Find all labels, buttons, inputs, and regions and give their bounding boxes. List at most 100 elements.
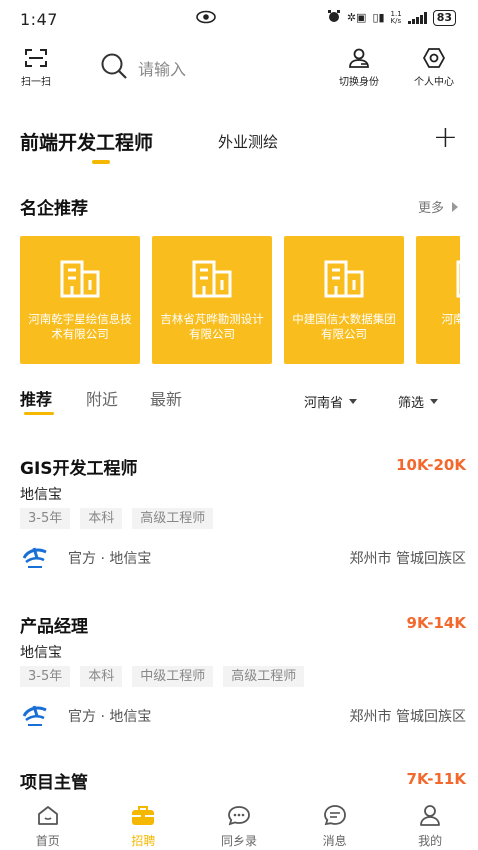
job-company: 地信宝 [20, 645, 62, 661]
company-name: 河南省…调… [441, 312, 461, 326]
more-label: 更多 [417, 201, 444, 216]
section-title-companies: 名企推荐 [20, 199, 88, 219]
building-icon [456, 258, 460, 302]
switch-user-icon [347, 48, 371, 72]
nfc-icon: ✲▣ [346, 11, 367, 24]
home-icon [36, 806, 60, 830]
arrow-right-icon [452, 201, 458, 212]
status-icons: ✲▣ ▯▮ 1.1 K/s 83 [327, 9, 456, 26]
scan-label: 扫一扫 [21, 77, 51, 88]
job-salary: 9K-14K [406, 614, 466, 632]
company-name: 吉林省芃晔勘测设计有限公司 [160, 312, 264, 341]
caret-down-icon [430, 399, 439, 404]
caret-down-icon [349, 399, 358, 404]
net-speed: 1.1 K/s [390, 9, 402, 25]
filter-dropdown[interactable]: 筛选 [398, 392, 439, 411]
tab-nearby[interactable]: 附近 [86, 386, 118, 410]
status-time: 1:47 [20, 9, 58, 29]
building-icon [192, 258, 232, 302]
nav-label: 消息 [322, 834, 347, 848]
job-tag: 3-5年 [20, 508, 71, 529]
job-tag: 3-5年 [20, 666, 71, 687]
nav-label: 我的 [418, 834, 443, 848]
job-tag: 本科 [80, 666, 123, 687]
job-company: 地信宝 [20, 487, 62, 503]
nav-messages[interactable]: 消息 [287, 798, 383, 850]
tab-frontend-engineer[interactable]: 前端开发工程师 [20, 128, 153, 155]
tab-field-survey[interactable]: 外业测绘 [218, 131, 278, 152]
status-bar: 1:47 ✲▣ ▯▮ 1.1 K/s 83 [0, 0, 478, 38]
personal-center-label: 个人中心 [414, 77, 454, 88]
top-header: 扫一扫 请输入 切换身份 个人中心 [0, 44, 478, 94]
job-salary: 7K-11K [406, 770, 466, 788]
job-title: 产品经理 [20, 617, 88, 637]
job-card[interactable]: 产品经理 9K-14K 地信宝 3-5年 本科 中级工程师 高级工程师 官方 ·… [20, 612, 466, 742]
search-placeholder: 请输入 [138, 60, 187, 79]
tab-recommend[interactable]: 推荐 [20, 386, 52, 410]
feed-filter-bar: 推荐 附近 最新 河南省 筛选 [20, 384, 458, 420]
battery-icon: 83 [432, 9, 456, 26]
plus-icon[interactable]: + [433, 120, 458, 156]
company-card[interactable]: 河南乾宇星绘信息技术有限公司 [20, 236, 140, 364]
nav-recruit[interactable]: 招聘 [96, 798, 192, 850]
filter-label: 筛选 [398, 396, 425, 411]
company-logo-icon [20, 544, 50, 574]
job-tag: 本科 [80, 508, 123, 529]
scan-icon [24, 49, 48, 72]
job-tag: 中级工程师 [132, 666, 214, 687]
nav-mine[interactable]: 我的 [382, 798, 478, 850]
more-link[interactable]: 更多 [418, 197, 458, 216]
alarm-icon [327, 9, 341, 26]
job-footer: 官方 · 地信宝 郑州市 管城回族区 [20, 546, 466, 570]
building-icon [324, 258, 364, 302]
company-name: 中建国信大数据集团有限公司 [292, 312, 396, 341]
bottom-nav: 首页 招聘 同乡录 消息 我的 [0, 798, 478, 850]
search-input[interactable]: 请输入 [100, 52, 186, 84]
official-publisher: 官方 · 地信宝 [68, 709, 152, 725]
scan-button[interactable]: 扫一扫 [14, 48, 58, 88]
job-tags: 3-5年 本科 高级工程师 [20, 508, 214, 529]
company-logo-icon [20, 702, 50, 732]
province-label: 河南省 [304, 396, 344, 411]
search-icon [100, 52, 128, 84]
job-location: 郑州市 管城回族区 [349, 709, 466, 725]
company-carousel[interactable]: 河南乾宇星绘信息技术有限公司 吉林省芃晔勘测设计有限公司 中建国信大数据集团有限… [20, 236, 460, 364]
switch-identity-button[interactable]: 切换身份 [330, 48, 388, 88]
job-tag: 高级工程师 [132, 508, 214, 529]
job-salary: 10K-20K [396, 456, 466, 474]
company-card[interactable]: 河南省…调… [416, 236, 460, 364]
nav-hometown[interactable]: 同乡录 [191, 798, 287, 850]
nav-home[interactable]: 首页 [0, 798, 96, 850]
gear-icon [422, 48, 446, 72]
nav-label: 首页 [35, 834, 60, 848]
person-icon [418, 805, 442, 830]
province-dropdown[interactable]: 河南省 [304, 392, 358, 411]
message-icon [322, 805, 348, 830]
nav-label: 招聘 [131, 834, 156, 848]
company-name: 河南乾宇星绘信息技术有限公司 [28, 312, 132, 341]
switch-identity-label: 切换身份 [339, 77, 379, 88]
nav-label: 同乡录 [220, 834, 257, 848]
job-card[interactable]: GIS开发工程师 10K-20K 地信宝 3-5年 本科 高级工程师 官方 · … [20, 454, 466, 584]
personal-center-button[interactable]: 个人中心 [404, 48, 464, 88]
company-card[interactable]: 吉林省芃晔勘测设计有限公司 [152, 236, 272, 364]
company-card[interactable]: 中建国信大数据集团有限公司 [284, 236, 404, 364]
job-title: 项目主管 [20, 773, 88, 793]
eye-icon [196, 10, 216, 28]
job-title: GIS开发工程师 [20, 459, 138, 479]
job-tag: 高级工程师 [223, 666, 305, 687]
building-icon [60, 258, 100, 302]
signal-icon [407, 11, 427, 24]
job-intent-tabs: 前端开发工程师 外业测绘 + [20, 120, 458, 170]
active-tab-indicator [92, 160, 110, 164]
job-card[interactable]: 项目主管 7K-11K [20, 768, 466, 796]
job-location: 郑州市 管城回族区 [349, 551, 466, 567]
tab-latest[interactable]: 最新 [150, 386, 182, 410]
job-footer: 官方 · 地信宝 郑州市 管城回族区 [20, 704, 466, 728]
official-publisher: 官方 · 地信宝 [68, 551, 152, 567]
job-tags: 3-5年 本科 中级工程师 高级工程师 [20, 666, 305, 687]
chat-bubble-icon [226, 806, 252, 830]
active-tab-indicator [24, 412, 54, 415]
briefcase-icon [130, 806, 156, 830]
vibrate-icon: ▯▮ [372, 11, 385, 24]
